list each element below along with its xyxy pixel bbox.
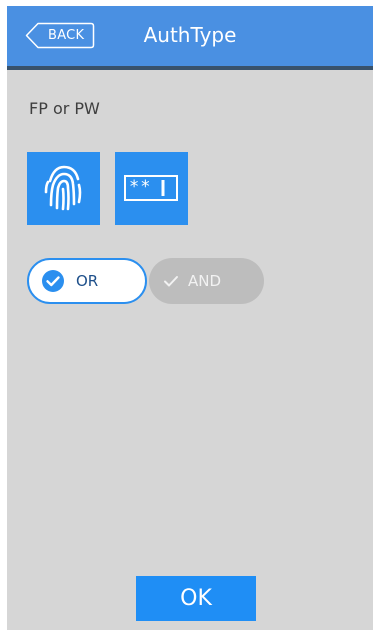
check-icon	[164, 276, 178, 287]
and-option-button[interactable]: AND	[149, 258, 264, 304]
page-title: AuthType	[143, 23, 237, 47]
ok-button[interactable]: OK	[136, 576, 256, 621]
password-icon	[124, 175, 178, 201]
or-option-button[interactable]: OR	[27, 258, 147, 304]
auth-type-screen: BACK AuthType FP or PW ** OR AND OK	[7, 6, 373, 630]
fingerprint-icon	[44, 165, 82, 211]
check-circle-icon	[42, 270, 64, 292]
password-method-tile[interactable]: **	[115, 152, 188, 225]
section-label: FP or PW	[29, 99, 100, 118]
header-bar: BACK AuthType	[7, 6, 373, 70]
and-option-label: AND	[188, 272, 222, 290]
fingerprint-method-tile[interactable]	[27, 152, 100, 225]
password-mask-text: **	[129, 177, 152, 197]
or-option-label: OR	[76, 272, 99, 290]
